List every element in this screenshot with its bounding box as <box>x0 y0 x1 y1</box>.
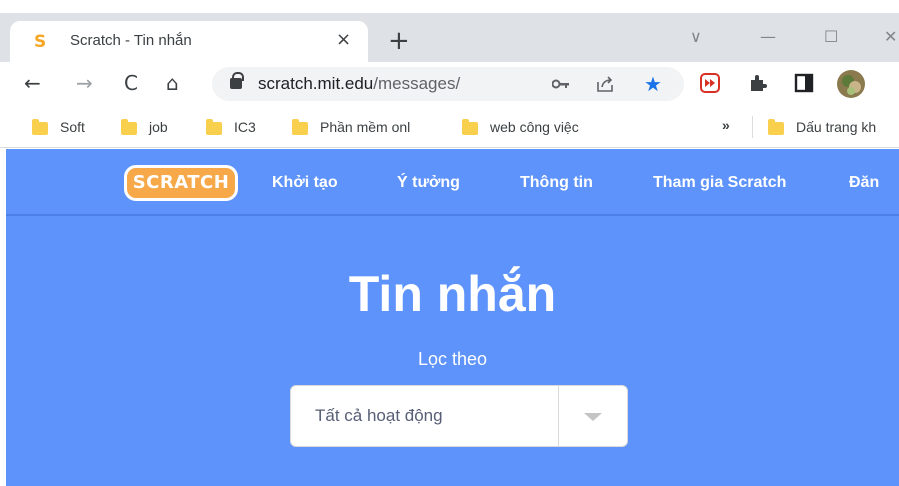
url-text[interactable]: scratch.mit.edu/messages/ <box>258 74 460 94</box>
forward-arrow-icon[interactable]: → <box>76 71 93 95</box>
tab-title: Scratch - Tin nhắn <box>70 32 192 49</box>
site-navbar: SCRATCH Khởi tạo Ý tưởng Thông tin Tham … <box>6 149 899 216</box>
bookmark-label: Dấu trang kh <box>796 119 877 135</box>
new-tab-button[interactable]: + <box>388 28 410 54</box>
folder-icon <box>121 119 137 135</box>
puzzle-icon[interactable] <box>748 73 768 93</box>
bookmark-label: job <box>149 119 168 135</box>
activity-filter-select[interactable]: Tất cả hoạt động <box>290 385 628 447</box>
bookmark-label: Soft <box>60 119 85 135</box>
back-arrow-icon[interactable]: ← <box>24 71 41 95</box>
star-icon[interactable]: ★ <box>644 72 662 96</box>
scratch-logo[interactable]: SCRATCH <box>124 165 238 201</box>
folder-icon <box>768 119 784 135</box>
page-title: Tin nhắn <box>348 266 557 322</box>
filter-label: Lọc theo <box>417 349 488 369</box>
side-panel-icon[interactable] <box>794 73 814 93</box>
bookmark-label: Phần mềm onl <box>320 119 411 135</box>
share-icon[interactable] <box>596 76 614 92</box>
chevron-down-icon[interactable]: ∨ <box>690 27 702 46</box>
nav-sign-in[interactable]: Đăn <box>849 174 879 192</box>
folder-icon <box>206 119 222 135</box>
nav-create[interactable]: Khởi tạo <box>272 174 338 192</box>
chevron-down-icon[interactable] <box>584 413 602 421</box>
browser-tab[interactable]: S Scratch - Tin nhắn × <box>10 21 368 62</box>
address-bar[interactable]: scratch.mit.edu/messages/ ★ <box>212 67 684 101</box>
browser-toolbar: ← → C ⌂ scratch.mit.edu/messages/ ★ <box>0 62 899 106</box>
nav-ideas[interactable]: Ý tưởng <box>397 174 460 192</box>
bookmarks-bar: Soft job IC3 Phần mềm onl web công việc … <box>0 106 899 148</box>
window-close-button[interactable]: ✕ <box>884 27 897 46</box>
scratch-favicon-icon: S <box>34 32 47 52</box>
tab-bar: S Scratch - Tin nhắn × + ∨ — ☐ ✕ <box>0 13 899 62</box>
minimize-button[interactable]: — <box>760 27 776 46</box>
close-icon[interactable]: × <box>336 29 351 50</box>
bookmark-label: IC3 <box>234 119 256 135</box>
nav-join-scratch[interactable]: Tham gia Scratch <box>653 174 786 192</box>
url-domain: scratch.mit.edu <box>258 74 374 93</box>
folder-icon <box>32 119 48 135</box>
nav-about[interactable]: Thông tin <box>520 174 593 192</box>
bookmarks-divider <box>752 116 753 138</box>
reload-icon[interactable]: C <box>124 71 138 95</box>
scratch-page: SCRATCH Khởi tạo Ý tưởng Thông tin Tham … <box>6 149 899 486</box>
profile-avatar[interactable] <box>836 69 866 99</box>
key-icon[interactable] <box>552 78 570 90</box>
media-extension-icon[interactable] <box>700 73 720 93</box>
select-divider <box>558 386 559 446</box>
filter-selected-value: Tất cả hoạt động <box>315 406 443 425</box>
lock-icon[interactable] <box>230 72 244 89</box>
bookmark-label: web công việc <box>490 119 579 135</box>
home-icon[interactable]: ⌂ <box>166 71 179 95</box>
url-path: /messages/ <box>373 74 461 93</box>
maximize-button[interactable]: ☐ <box>824 27 838 46</box>
folder-icon <box>292 119 308 135</box>
screen-top-strip <box>0 0 899 13</box>
folder-icon <box>462 119 478 135</box>
bookmarks-overflow-button[interactable]: » <box>722 117 730 137</box>
